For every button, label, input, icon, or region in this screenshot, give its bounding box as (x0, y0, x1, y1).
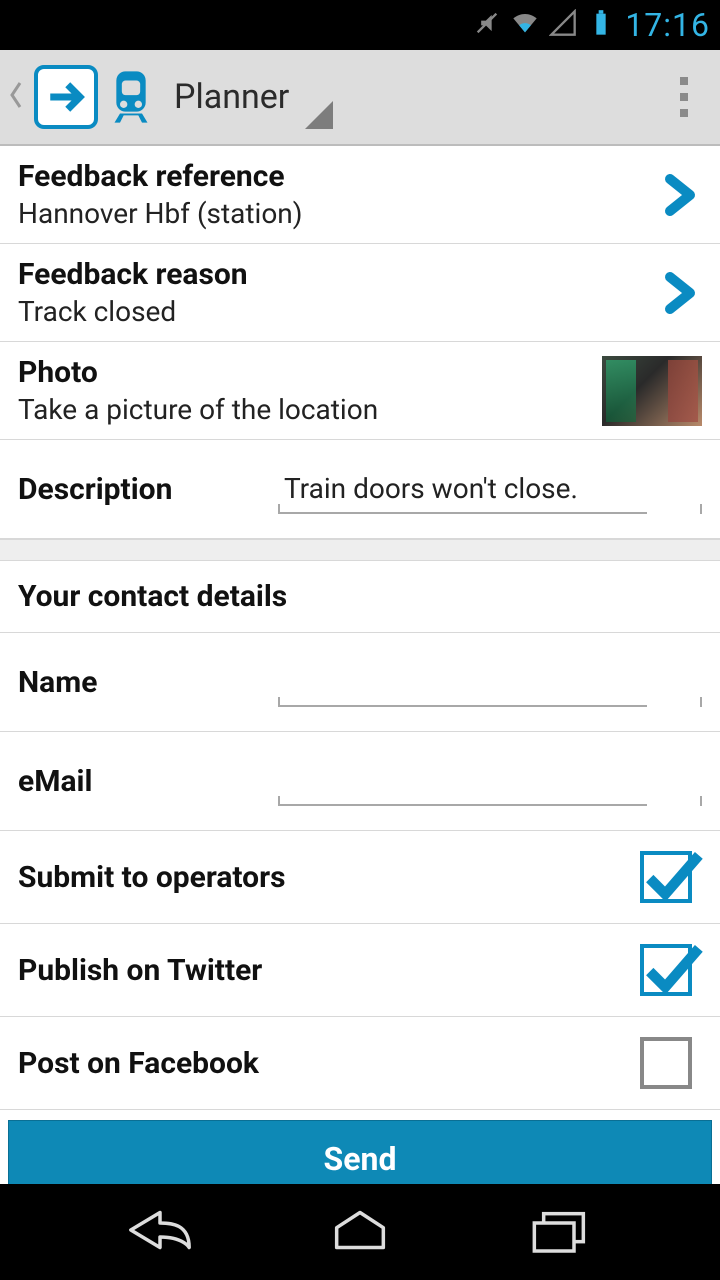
recent-apps-button[interactable] (525, 1205, 595, 1259)
submit-operators-checkbox[interactable] (640, 851, 692, 903)
description-label: Description (18, 472, 278, 507)
description-input[interactable] (278, 464, 647, 514)
feedback-reason-title: Feedback reason (18, 257, 654, 292)
battery-icon (587, 9, 615, 41)
email-input[interactable] (278, 756, 647, 806)
feedback-reference-value: Hannover Hbf (station) (18, 197, 654, 230)
action-bar-title: Planner (174, 77, 289, 117)
publish-twitter-row[interactable]: Publish on Twitter (0, 924, 720, 1017)
feedback-form: Feedback reference Hannover Hbf (station… (0, 146, 720, 1184)
post-facebook-checkbox[interactable] (640, 1037, 692, 1089)
wifi-icon (511, 9, 539, 41)
mute-icon (473, 9, 501, 41)
send-button[interactable]: Send (8, 1120, 712, 1184)
app-logo-icon[interactable] (34, 65, 98, 129)
feedback-reason-value: Track closed (18, 295, 654, 328)
photo-subtitle: Take a picture of the location (18, 393, 602, 426)
photo-row[interactable]: Photo Take a picture of the location (0, 342, 720, 440)
up-caret-icon[interactable] (8, 74, 26, 121)
submit-operators-row[interactable]: Submit to operators (0, 831, 720, 924)
back-button[interactable] (125, 1205, 195, 1259)
name-label: Name (18, 665, 278, 700)
description-row: Description (0, 440, 720, 539)
signal-icon (549, 9, 577, 41)
photo-thumbnail[interactable] (602, 356, 702, 426)
feedback-reference-row[interactable]: Feedback reference Hannover Hbf (station… (0, 146, 720, 244)
feedback-reference-title: Feedback reference (18, 159, 654, 194)
navigation-bar (0, 1184, 720, 1280)
email-row: eMail (0, 732, 720, 831)
train-icon[interactable] (106, 65, 156, 129)
spinner-indicator-icon[interactable] (305, 101, 333, 133)
submit-operators-label: Submit to operators (18, 860, 640, 895)
action-bar: Planner (0, 50, 720, 146)
post-facebook-row[interactable]: Post on Facebook (0, 1017, 720, 1110)
home-button[interactable] (325, 1205, 395, 1259)
photo-title: Photo (18, 355, 602, 390)
feedback-reason-row[interactable]: Feedback reason Track closed (0, 244, 720, 342)
post-facebook-label: Post on Facebook (18, 1046, 640, 1081)
publish-twitter-label: Publish on Twitter (18, 953, 640, 988)
email-label: eMail (18, 764, 278, 799)
status-clock: 17:16 (625, 6, 710, 44)
section-divider (0, 539, 720, 561)
contact-header: Your contact details (0, 561, 720, 633)
publish-twitter-checkbox[interactable] (640, 944, 692, 996)
name-input[interactable] (278, 657, 647, 707)
name-row: Name (0, 633, 720, 732)
status-bar: 17:16 (0, 0, 720, 50)
chevron-right-icon (654, 171, 702, 219)
chevron-right-icon (654, 269, 702, 317)
send-button-label: Send (324, 1140, 397, 1178)
overflow-menu-icon[interactable] (664, 67, 704, 127)
